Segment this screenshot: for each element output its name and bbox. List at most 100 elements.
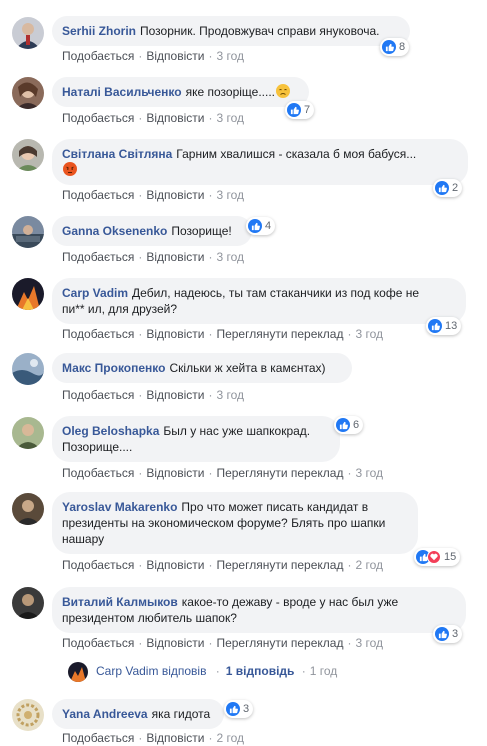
- like-link[interactable]: Подобається: [62, 111, 134, 125]
- comment-author-link[interactable]: Carp Vadim: [62, 286, 128, 300]
- timestamp[interactable]: 3 год: [216, 388, 244, 402]
- timestamp[interactable]: 1 год: [310, 664, 338, 678]
- timestamp[interactable]: 3 год: [216, 188, 244, 202]
- reaction-count[interactable]: 6: [334, 416, 364, 434]
- translate-link[interactable]: Переглянути переклад: [216, 558, 343, 572]
- comment-author-link[interactable]: Світлана Світляна: [62, 147, 172, 161]
- comment-text: Позорище!: [171, 224, 232, 238]
- reaction-count[interactable]: 15: [414, 548, 461, 566]
- like-link[interactable]: Подобається: [62, 327, 134, 341]
- comment-bubble: Виталий Калмыков какое-то дежаву - вроде …: [52, 587, 466, 633]
- like-link[interactable]: Подобається: [62, 466, 134, 480]
- timestamp[interactable]: 3 год: [216, 111, 244, 125]
- timestamp[interactable]: 2 год: [216, 731, 244, 745]
- comment-actions: Подобається · Відповісти · 3 год: [62, 111, 244, 125]
- avatar[interactable]: [12, 77, 44, 109]
- translate-link[interactable]: Переглянути переклад: [216, 636, 343, 650]
- comment-text-line: Позорище....: [62, 440, 133, 454]
- reply-link[interactable]: Відповісти: [146, 731, 204, 745]
- reply-author-link[interactable]: Carp Vadim: [96, 664, 158, 678]
- like-link[interactable]: Подобається: [62, 558, 134, 572]
- reply-link[interactable]: Відповісти: [146, 188, 204, 202]
- comment-actions: Подобається · Відповісти · Переглянути перек…: [62, 466, 384, 480]
- reply-link[interactable]: Відповісти: [146, 636, 204, 650]
- reaction-count[interactable]: 13: [426, 317, 462, 335]
- reaction-count-value: 3: [452, 628, 459, 640]
- reaction-count[interactable]: 2: [433, 179, 463, 197]
- comment-author-link[interactable]: Yaroslav Makarenko: [62, 500, 177, 514]
- timestamp[interactable]: 3 год: [355, 327, 383, 341]
- reaction-count[interactable]: 3: [433, 625, 463, 643]
- reply-link[interactable]: Відповісти: [146, 250, 204, 264]
- comment-bubble: Yana Andreeva яка гидота: [52, 699, 224, 729]
- reply-summary[interactable]: Carp Vadim відповів · 1 відповідь · 1 год: [68, 662, 338, 682]
- comment-bubble: Yaroslav Makarenko Про что может писать к…: [52, 492, 418, 554]
- avatar[interactable]: [12, 139, 44, 171]
- translate-link[interactable]: Переглянути переклад: [216, 327, 343, 341]
- like-link[interactable]: Подобається: [62, 188, 134, 202]
- like-link[interactable]: Подобається: [62, 49, 134, 63]
- avatar[interactable]: [12, 493, 44, 525]
- reaction-count-value: 15: [444, 551, 457, 563]
- timestamp[interactable]: 3 год: [216, 250, 244, 264]
- reaction-count-value: 13: [445, 320, 458, 332]
- avatar[interactable]: [12, 17, 44, 49]
- comment-author-link[interactable]: Виталий Калмыков: [62, 595, 178, 609]
- like-link[interactable]: Подобається: [62, 636, 134, 650]
- comment-author-link[interactable]: Oleg Beloshapka: [62, 424, 159, 438]
- comment-text-line: президентом любитель шапок?: [62, 611, 237, 625]
- avatar[interactable]: [12, 278, 44, 310]
- like-link[interactable]: Подобається: [62, 250, 134, 264]
- comment-text: яке позоріще.....: [185, 85, 275, 99]
- comment-author-link[interactable]: Yana Andreeva: [62, 707, 148, 721]
- like-icon: [428, 319, 442, 333]
- comment-text-line: пи** ил, для друзей?: [62, 302, 178, 316]
- reply-link[interactable]: Відповісти: [146, 327, 204, 341]
- comment-text-line: президенты на экономическом форуме? Блят…: [62, 516, 386, 530]
- reaction-count[interactable]: 7: [285, 101, 315, 119]
- comment-author-link[interactable]: Serhii Zhorin: [62, 24, 136, 38]
- avatar[interactable]: [12, 587, 44, 619]
- reaction-count[interactable]: 8: [380, 38, 410, 56]
- comment-bubble: Світлана Світляна Гарним хвалишся - сказа…: [52, 139, 468, 185]
- comment-actions: Подобається · Відповісти · 3 год: [62, 49, 244, 63]
- like-link[interactable]: Подобається: [62, 731, 134, 745]
- reaction-count[interactable]: 4: [246, 217, 276, 235]
- timestamp[interactable]: 3 год: [216, 49, 244, 63]
- comment-text: какое-то дежаву - вроде у нас был уже: [181, 595, 399, 609]
- comment-text: Дебил, надеюсь, ты там стаканчики из под…: [132, 286, 420, 300]
- timestamp[interactable]: 2 год: [355, 558, 383, 572]
- comment-actions: Подобається · Відповісти · 3 год: [62, 188, 244, 202]
- replies-count-link[interactable]: 1 відповідь: [226, 664, 295, 678]
- like-icon: [435, 181, 449, 195]
- avatar[interactable]: [12, 699, 44, 731]
- avatar[interactable]: [12, 417, 44, 449]
- translate-link[interactable]: Переглянути переклад: [216, 466, 343, 480]
- reply-link[interactable]: Відповісти: [146, 558, 204, 572]
- comment-text-line: нашару: [62, 532, 105, 546]
- avatar: [68, 662, 88, 682]
- like-icon: [435, 627, 449, 641]
- timestamp[interactable]: 3 год: [355, 466, 383, 480]
- like-link[interactable]: Подобається: [62, 388, 134, 402]
- comment-bubble: Serhii Zhorin Позорник. Продовжувач справ…: [52, 16, 410, 46]
- comment-text: Скільки ж хейта в камєнтах): [169, 361, 326, 375]
- heart-icon: [427, 550, 441, 564]
- comment-author-link[interactable]: Макс Прокопенко: [62, 361, 165, 375]
- timestamp[interactable]: 3 год: [355, 636, 383, 650]
- reply-link[interactable]: Відповісти: [146, 49, 204, 63]
- like-icon: [226, 702, 240, 716]
- comment-actions: Подобається · Відповісти · Переглянути перек…: [62, 327, 384, 341]
- comment-author-link[interactable]: Наталі Васильченко: [62, 85, 182, 99]
- reply-link[interactable]: Відповісти: [146, 388, 204, 402]
- comment-bubble: Ganna Oksenenko Позорище!: [52, 216, 252, 246]
- reply-link[interactable]: Відповісти: [146, 111, 204, 125]
- avatar[interactable]: [12, 216, 44, 248]
- avatar[interactable]: [12, 353, 44, 385]
- reaction-count[interactable]: 3: [224, 700, 254, 718]
- comment-author-link[interactable]: Ganna Oksenenko: [62, 224, 167, 238]
- comment-actions: Подобається · Відповісти · 3 год: [62, 388, 244, 402]
- reply-link[interactable]: Відповісти: [146, 466, 204, 480]
- comment-bubble: Oleg Beloshapka Был у нас уже шапкокрад. П…: [52, 416, 340, 462]
- reaction-count-value: 6: [353, 419, 360, 431]
